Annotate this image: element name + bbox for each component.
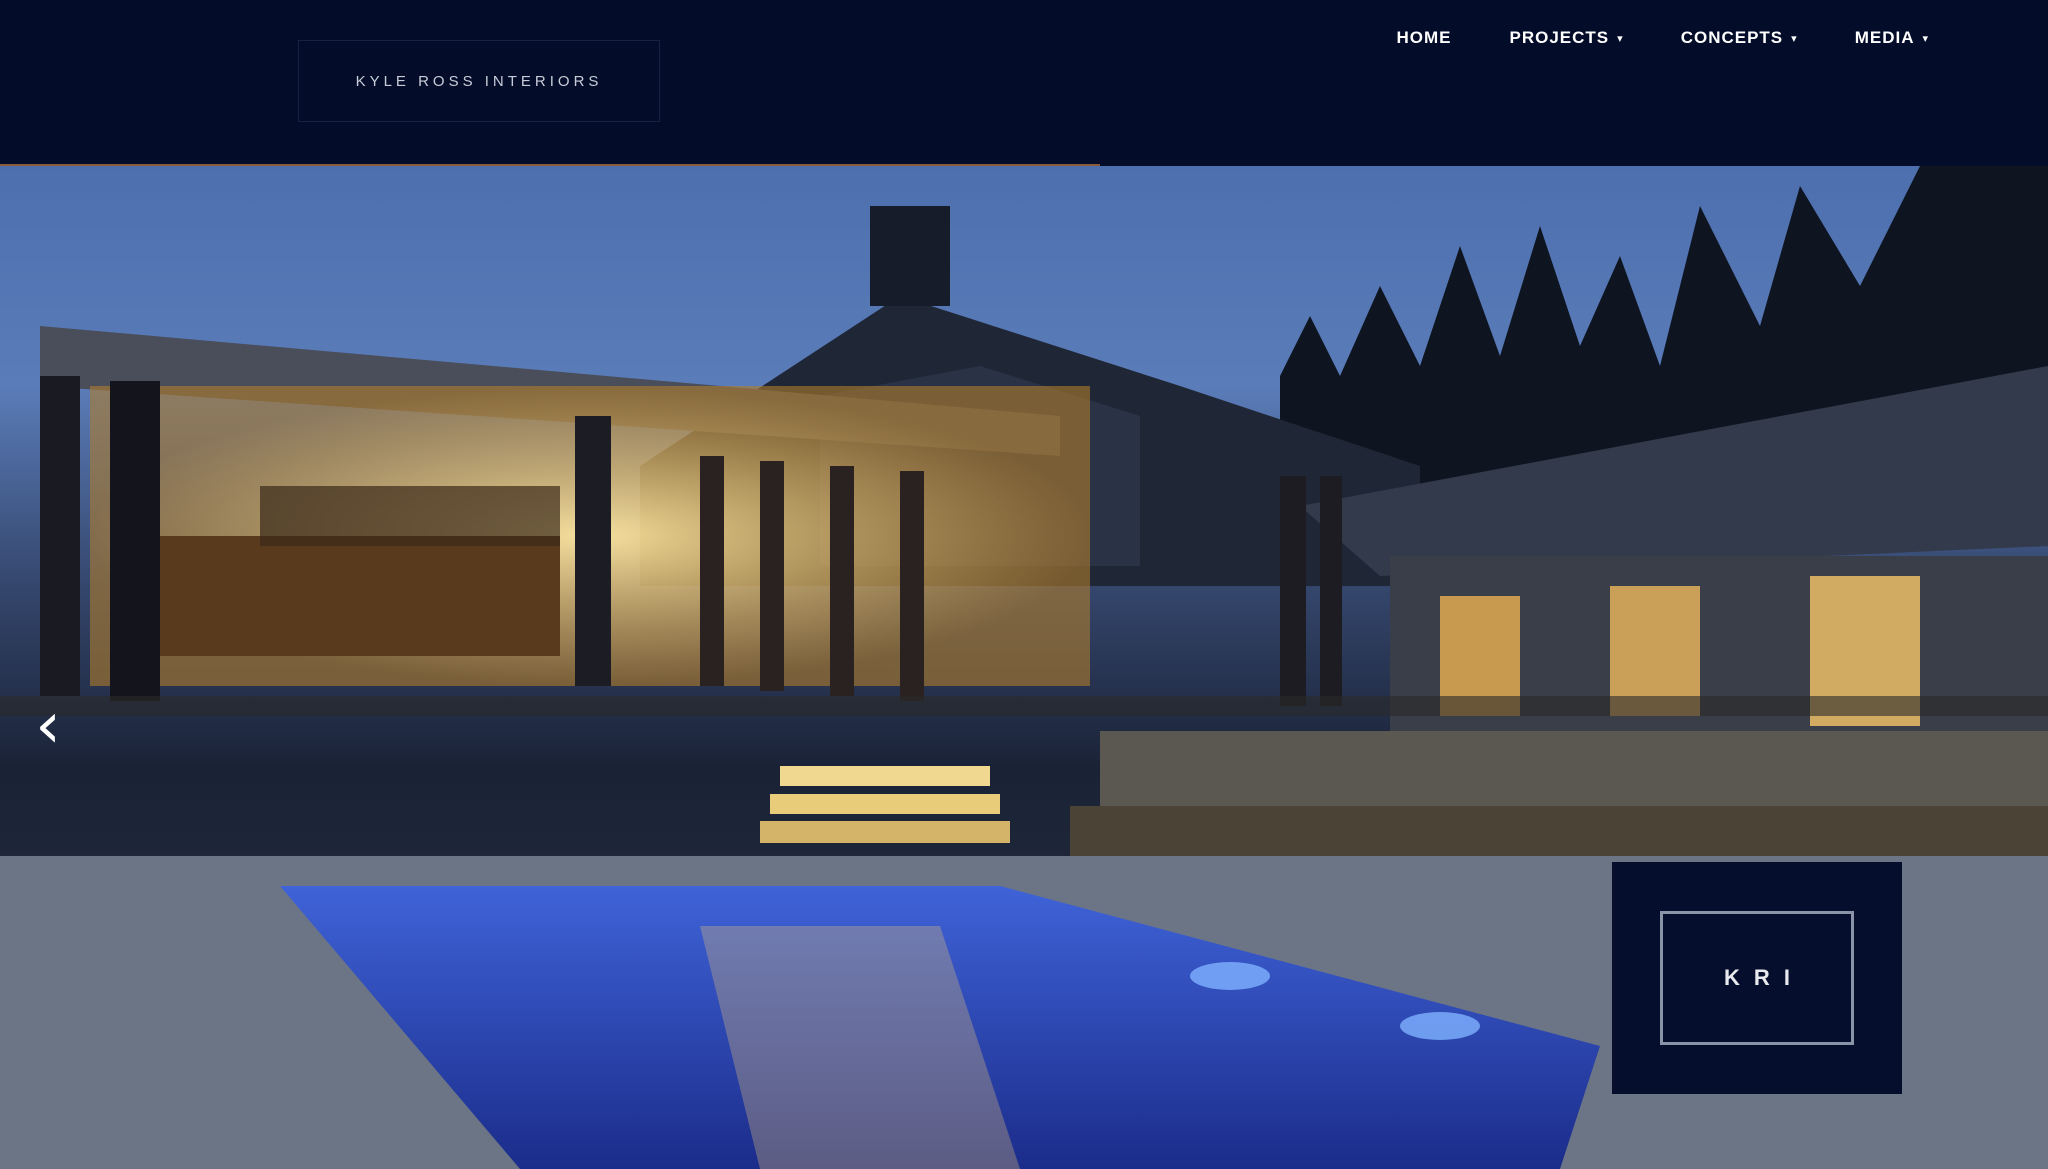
nav-item-media[interactable]: MEDIA ▾ <box>1855 28 1928 48</box>
nav-label: CONCEPTS <box>1680 28 1784 47</box>
main-nav: HOME PROJECTS ▾ CONCEPTS ▾ MEDIA ▾ <box>1397 28 1928 48</box>
nav-label: MEDIA <box>1854 28 1915 47</box>
chevron-down-icon: ▾ <box>1617 32 1623 45</box>
nav-item-home[interactable]: HOME <box>1397 28 1452 48</box>
badge-frame: KRI <box>1660 911 1854 1045</box>
nav-item-concepts[interactable]: CONCEPTS ▾ <box>1681 28 1797 48</box>
nav-label: PROJECTS <box>1509 28 1610 47</box>
hero-slider: ‹ KRI <box>0 166 2048 1169</box>
brand-badge: KRI <box>1612 862 1902 1094</box>
chevron-down-icon: ▾ <box>1791 32 1797 45</box>
badge-text: KRI <box>1724 965 1804 990</box>
chevron-left-icon: ‹ <box>35 689 61 763</box>
site-logo[interactable]: KYLE ROSS INTERIORS <box>298 40 660 122</box>
slider-prev-button[interactable]: ‹ <box>18 686 78 766</box>
nav-item-projects[interactable]: PROJECTS ▾ <box>1510 28 1623 48</box>
nav-label: HOME <box>1396 28 1452 47</box>
logo-text: KYLE ROSS INTERIORS <box>355 72 603 90</box>
chevron-down-icon: ▾ <box>1922 32 1928 45</box>
site-header: KYLE ROSS INTERIORS HOME PROJECTS ▾ CONC… <box>0 0 2048 168</box>
